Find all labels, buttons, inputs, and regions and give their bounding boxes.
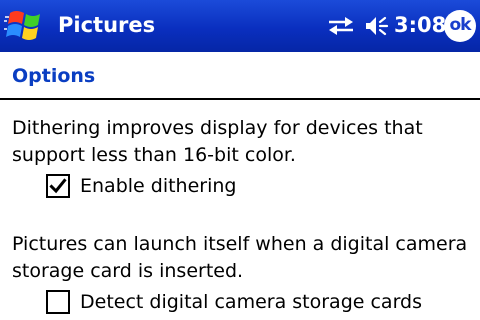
clock[interactable]: 3:08 xyxy=(394,10,446,40)
connectivity-icon[interactable] xyxy=(327,15,355,37)
camera-description: Pictures can launch itself when a digita… xyxy=(12,233,468,282)
windows-flag-icon[interactable] xyxy=(4,5,48,47)
pictures-options-screen: Pictures 3:08 ok Options Dithering impro… xyxy=(0,0,480,320)
ok-button[interactable]: ok xyxy=(444,10,476,42)
enable-dithering-label[interactable]: Enable dithering xyxy=(80,173,236,200)
detect-camera-cards-checkbox[interactable] xyxy=(46,290,70,314)
detect-camera-cards-option[interactable]: Detect digital camera storage cards xyxy=(46,287,422,317)
detect-camera-cards-label[interactable]: Detect digital camera storage cards xyxy=(80,289,422,316)
section-header: Options xyxy=(0,52,480,100)
volume-icon[interactable] xyxy=(364,14,390,38)
page-title: Options xyxy=(12,65,96,87)
app-title: Pictures xyxy=(58,13,156,37)
enable-dithering-option[interactable]: Enable dithering xyxy=(46,171,236,201)
title-bar: Pictures 3:08 ok xyxy=(0,0,480,52)
enable-dithering-checkbox[interactable] xyxy=(46,174,70,198)
checkmark-icon xyxy=(49,178,67,194)
dithering-description: Dithering improves display for devices t… xyxy=(12,117,423,166)
